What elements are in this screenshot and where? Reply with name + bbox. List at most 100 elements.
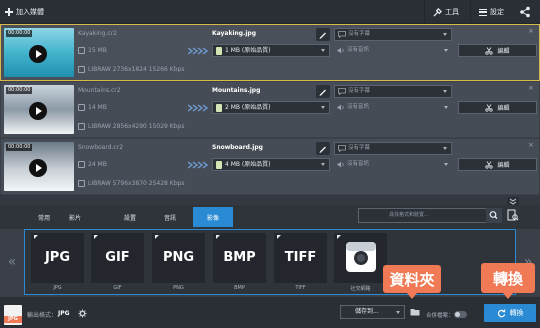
document-icon (216, 161, 222, 169)
thumbnail-timestamp: 00:00:00 (6, 144, 33, 151)
format-tile[interactable]: PNG (152, 233, 205, 283)
convert-arrow-icon (188, 47, 209, 55)
video-thumbnail[interactable]: 00:00:00 (4, 142, 74, 191)
tab-0[interactable]: 常用 (30, 207, 58, 227)
format-label: JPG (53, 285, 62, 291)
scroll-left-button[interactable]: « (2, 229, 22, 295)
close-icon[interactable]: × (528, 141, 534, 149)
pencil-icon (319, 89, 326, 96)
audio-dropdown[interactable]: 沒有音訊 (334, 158, 452, 171)
convert-arrow-icon (188, 104, 209, 112)
video-thumbnail[interactable]: 00:00:00 (4, 85, 74, 134)
source-file-name: Snowboard.cr2 (78, 144, 124, 151)
pencil-icon (319, 32, 326, 39)
convert-button[interactable]: 轉換 (484, 304, 536, 322)
output-size-dropdown[interactable]: 1 MB (原始品質) (212, 44, 330, 57)
format-name: PNG (162, 250, 195, 265)
edit-label: 編輯 (497, 162, 510, 169)
tab-1[interactable]: 影片 (61, 207, 89, 227)
device-detect-button[interactable] (505, 208, 521, 223)
source-file-info: LIBRAW 2736x1824 15266 Kbps (88, 66, 185, 73)
share-icon[interactable] (518, 6, 532, 18)
format-name: JPG (44, 250, 71, 265)
tools-button[interactable]: 工具 (424, 0, 467, 24)
format-tile[interactable]: GIF (91, 233, 144, 283)
subtitle-dropdown[interactable]: 沒有字幕 (334, 85, 452, 98)
output-file-name[interactable]: Kayaking.jpg (212, 30, 256, 37)
subtitle-icon (338, 88, 346, 95)
save-to-dropdown[interactable]: 儲存到... (340, 305, 405, 319)
output-file-name[interactable]: Mountains.jpg (212, 87, 260, 94)
rename-button[interactable] (316, 85, 330, 98)
play-icon[interactable] (29, 45, 47, 63)
pencil-icon (319, 146, 326, 153)
format-label: 社交網路 (350, 286, 371, 292)
output-format-value[interactable]: JPG (58, 310, 70, 317)
format-tile[interactable]: JPG (31, 233, 84, 283)
play-icon[interactable] (29, 102, 47, 120)
edit-button[interactable]: 編輯 (458, 101, 537, 114)
add-media-button[interactable]: 加入媒體 (2, 3, 58, 21)
source-file-size: 24 MB (88, 161, 107, 168)
close-icon[interactable]: × (528, 27, 534, 35)
settings-button[interactable]: 設定 (470, 0, 512, 24)
divider-strip (0, 195, 540, 205)
audio-dropdown[interactable]: 沒有音訊 (334, 101, 452, 114)
subtitle-dropdown[interactable]: 沒有字幕 (334, 28, 452, 41)
collapse-panel-button[interactable] (507, 197, 519, 205)
output-size-dropdown[interactable]: 4 MB (原始品質) (212, 158, 330, 171)
subtitle-label: 沒有字幕 (348, 31, 371, 37)
subtitle-dropdown[interactable]: 沒有字幕 (334, 142, 452, 155)
source-file-name: Kayaking.cr2 (78, 30, 117, 37)
tab-3[interactable]: 音訊 (156, 207, 184, 227)
format-name: GIF (105, 250, 130, 265)
convert-label: 轉換 (509, 309, 524, 317)
folder-icon[interactable] (410, 308, 420, 316)
format-tile[interactable] (334, 233, 387, 283)
file-row[interactable]: 00:00:00 Kayaking.cr2 15 MB LIBRAW 2736x… (0, 24, 540, 81)
chevron-down-icon (509, 198, 517, 205)
format-search-input[interactable]: 尋找格式和裝置... (358, 208, 502, 223)
tab-2[interactable]: 設置 (116, 207, 144, 227)
file-row[interactable]: 00:00:00 Mountains.cr2 14 MB LIBRAW 2856… (0, 81, 540, 138)
file-row[interactable]: 00:00:00 Snowboard.cr2 24 MB LIBRAW 5796… (0, 138, 540, 195)
document-icon (216, 47, 222, 55)
audio-label: 沒有音訊 (347, 104, 370, 110)
chevron-down-icon (443, 147, 447, 150)
output-format-label: 輸出格式： (27, 312, 58, 319)
speaker-icon (337, 104, 344, 111)
speaker-icon (337, 47, 344, 54)
tab-4[interactable]: 影像 (193, 207, 233, 227)
output-size-label: 1 MB (原始品質) (225, 47, 271, 54)
close-icon[interactable]: × (528, 84, 534, 92)
search-button[interactable] (486, 208, 502, 223)
output-file-name[interactable]: Snowboard.jpg (212, 144, 263, 151)
chevron-down-icon (443, 33, 447, 36)
edit-button[interactable]: 編輯 (458, 44, 537, 57)
format-tile[interactable]: BMP (213, 233, 266, 283)
chevron-down-icon (396, 311, 400, 314)
rename-button[interactable] (316, 28, 330, 41)
jpg-badge: JPG (4, 316, 22, 323)
chevron-down-icon (321, 163, 325, 166)
rename-button[interactable] (316, 142, 330, 155)
source-file-info: LIBRAW 5796x3870 25428 Kbps (88, 180, 185, 187)
refresh-icon (497, 308, 505, 317)
merge-files-toggle[interactable] (454, 311, 467, 318)
audio-label: 沒有音訊 (347, 47, 370, 53)
menu-icon (479, 8, 487, 16)
output-size-dropdown[interactable]: 2 MB (原始品質) (212, 101, 330, 114)
source-file-name: Mountains.cr2 (78, 87, 121, 94)
play-icon[interactable] (29, 159, 47, 177)
format-tile[interactable]: TIFF (274, 233, 327, 283)
scissors-icon (485, 46, 494, 55)
gear-icon[interactable] (78, 309, 87, 318)
video-thumbnail[interactable]: 00:00:00 (4, 28, 74, 77)
convert-arrow-icon (188, 161, 209, 169)
file-size-icon (78, 47, 85, 54)
file-info-icon (78, 66, 85, 73)
folder-callout: 資料夾 (383, 265, 441, 299)
add-media-label: 加入媒體 (16, 8, 44, 16)
edit-button[interactable]: 編輯 (458, 158, 537, 171)
audio-dropdown[interactable]: 沒有音訊 (334, 44, 452, 57)
